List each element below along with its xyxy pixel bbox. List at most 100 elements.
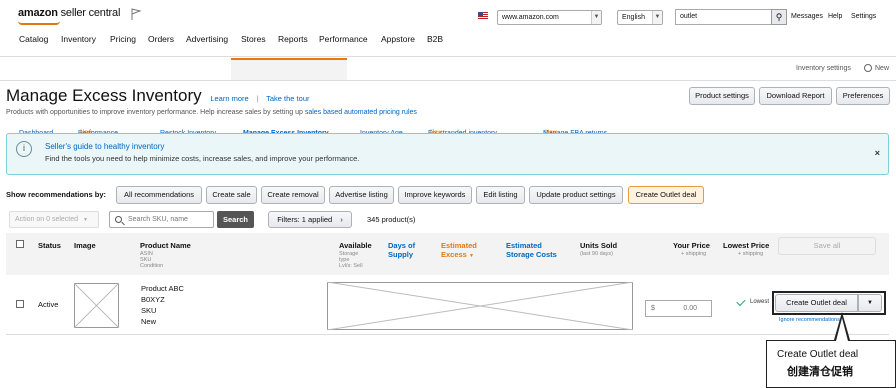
col-available[interactable]: Available bbox=[339, 241, 372, 250]
download-report-button[interactable]: Download Report bbox=[759, 87, 832, 105]
nav-stores[interactable]: Stores bbox=[241, 34, 266, 44]
col-units-sold[interactable]: Units Sold bbox=[580, 241, 617, 250]
nav-appstore[interactable]: Appstore bbox=[381, 34, 415, 44]
amazon-seller-central-logo[interactable]: amazon seller central bbox=[18, 7, 120, 19]
learn-more-link[interactable]: Learn more bbox=[210, 94, 248, 103]
logo-smile bbox=[18, 21, 60, 25]
all-recommendations-button[interactable]: All recommendations bbox=[116, 186, 202, 204]
chevron-right-icon: › bbox=[340, 215, 343, 224]
callout-text-zh: 创建清仓促销 bbox=[787, 366, 853, 378]
divider bbox=[0, 80, 896, 81]
nav-orders[interactable]: Orders bbox=[148, 34, 174, 44]
settings-link[interactable]: Settings bbox=[851, 13, 876, 20]
col-product-sub: ASIN SKU Condition bbox=[140, 251, 163, 269]
help-link[interactable]: Help bbox=[828, 13, 842, 20]
preferences-button[interactable]: Preferences bbox=[836, 87, 890, 105]
col-available-sub: Storage type Lvl/s: Sell bbox=[339, 251, 363, 269]
info-icon: i bbox=[16, 141, 32, 157]
search-value: outlet bbox=[680, 13, 698, 20]
nav-reports[interactable]: Reports bbox=[278, 34, 308, 44]
description-text: Products with opportunities to improve i… bbox=[6, 109, 303, 116]
bulk-action-select[interactable]: Action on 0 selected ▼ bbox=[9, 211, 99, 228]
improve-keywords-button[interactable]: Improve keywords bbox=[398, 186, 472, 204]
language-value: English bbox=[622, 14, 645, 21]
product-condition: New bbox=[141, 317, 157, 326]
product-sku: SKU bbox=[141, 306, 157, 315]
take-tour-link[interactable]: Take the tour bbox=[266, 94, 309, 103]
col-estimated-excess[interactable]: Estimated Excess ▼ bbox=[441, 241, 486, 261]
link-separator: | bbox=[256, 94, 259, 103]
update-product-settings-button[interactable]: Update product settings bbox=[529, 186, 623, 204]
search-icon bbox=[115, 216, 122, 223]
col-product-name[interactable]: Product Name bbox=[140, 241, 191, 250]
callout-text-en: Create Outlet deal bbox=[777, 349, 859, 360]
active-tab-highlight bbox=[231, 58, 347, 80]
flag-icon[interactable] bbox=[130, 8, 142, 20]
product-settings-button[interactable]: Product settings bbox=[689, 87, 755, 105]
row-checkbox[interactable] bbox=[16, 300, 24, 308]
nav-performance[interactable]: Performance bbox=[319, 34, 368, 44]
product-count: 345 product(s) bbox=[367, 215, 416, 224]
col-days-of-supply[interactable]: Days of Supply bbox=[388, 241, 428, 259]
ignore-recommendations-link[interactable]: Ignore recommendations bbox=[779, 317, 840, 323]
search-input[interactable]: outlet bbox=[675, 9, 773, 25]
marketplace-value: www.amazon.com bbox=[502, 14, 559, 21]
sub-sell: Lvl/s: Sell bbox=[339, 263, 363, 269]
price-value: 0.00 bbox=[683, 305, 697, 312]
nav-pricing[interactable]: Pricing bbox=[110, 34, 136, 44]
settings-new-badge: New bbox=[875, 65, 890, 72]
chevron-down-icon: ▼ bbox=[83, 217, 88, 223]
col-your-price-sub: + shipping bbox=[681, 251, 707, 257]
recommendations-label: Show recommendations by: bbox=[6, 190, 107, 199]
advertise-listing-button[interactable]: Advertise listing bbox=[329, 186, 394, 204]
language-select[interactable]: English ▼ bbox=[617, 10, 663, 25]
search-button[interactable]: Search bbox=[217, 211, 254, 228]
banner-text: Find the tools you need to help minimize… bbox=[45, 154, 360, 163]
divider bbox=[0, 56, 896, 57]
us-flag-icon bbox=[478, 12, 488, 19]
close-icon[interactable]: × bbox=[875, 148, 880, 158]
filters-button[interactable]: Filters: 1 applied › bbox=[268, 211, 352, 228]
sort-down-icon: ▼ bbox=[468, 253, 474, 259]
chevron-down-icon: ▼ bbox=[591, 11, 601, 24]
marketplace-select[interactable]: www.amazon.com ▼ bbox=[497, 10, 602, 25]
col-lowest-price-sub: + shipping bbox=[738, 251, 764, 257]
product-image-placeholder bbox=[74, 283, 119, 328]
select-all-checkbox[interactable] bbox=[16, 240, 24, 248]
info-banner: i Seller's guide to healthy inventory Fi… bbox=[6, 133, 889, 175]
create-sale-button[interactable]: Create sale bbox=[206, 186, 257, 204]
col-your-price[interactable]: Your Price bbox=[673, 241, 710, 250]
row-status: Active bbox=[38, 300, 59, 309]
inventory-settings-link[interactable]: Inventory settings bbox=[796, 65, 851, 72]
nav-catalog[interactable]: Catalog bbox=[19, 34, 48, 44]
currency-symbol: $ bbox=[651, 305, 655, 312]
automated-pricing-link[interactable]: sales based automated pricing rules bbox=[305, 109, 417, 116]
create-outlet-deal-filter-button[interactable]: Create Outlet deal bbox=[628, 186, 704, 204]
banner-title-link[interactable]: Seller's guide to healthy inventory bbox=[45, 142, 164, 151]
sku-search-input[interactable]: Search SKU, name bbox=[109, 211, 214, 228]
search-button[interactable]: ⚲ bbox=[771, 9, 787, 25]
col-lowest-price[interactable]: Lowest Price bbox=[723, 241, 769, 250]
product-name-link[interactable]: Product ABC bbox=[141, 283, 184, 294]
highlight-box bbox=[772, 291, 886, 315]
col-estimated-storage-costs[interactable]: Estimated Storage Costs bbox=[506, 241, 566, 259]
product-asin: B0XYZ bbox=[141, 295, 165, 304]
nav-inventory[interactable]: Inventory bbox=[61, 34, 96, 44]
edit-listing-button[interactable]: Edit listing bbox=[476, 186, 525, 204]
price-input[interactable]: $ 0.00 bbox=[645, 300, 712, 317]
search-icon: ⚲ bbox=[775, 12, 783, 22]
save-all-button[interactable]: Save all bbox=[778, 237, 876, 255]
nav-b2b[interactable]: B2B bbox=[427, 34, 443, 44]
page-description: Products with opportunities to improve i… bbox=[6, 109, 417, 116]
product-info: Product ABC B0XYZ SKU New bbox=[141, 283, 184, 327]
col-status: Status bbox=[38, 241, 61, 250]
callout-pointer-inner bbox=[836, 318, 848, 341]
create-removal-button[interactable]: Create removal bbox=[261, 186, 325, 204]
gear-icon[interactable] bbox=[864, 64, 872, 72]
nav-advertising[interactable]: Advertising bbox=[186, 34, 228, 44]
callout-box: Create Outlet deal 创建清仓促销 bbox=[766, 340, 896, 388]
bulk-action-value: Action on 0 selected bbox=[15, 216, 79, 223]
sub-condition: Condition bbox=[140, 263, 164, 269]
col-units-sub: (last 90 days) bbox=[580, 251, 614, 257]
messages-link[interactable]: Messages bbox=[791, 13, 823, 20]
